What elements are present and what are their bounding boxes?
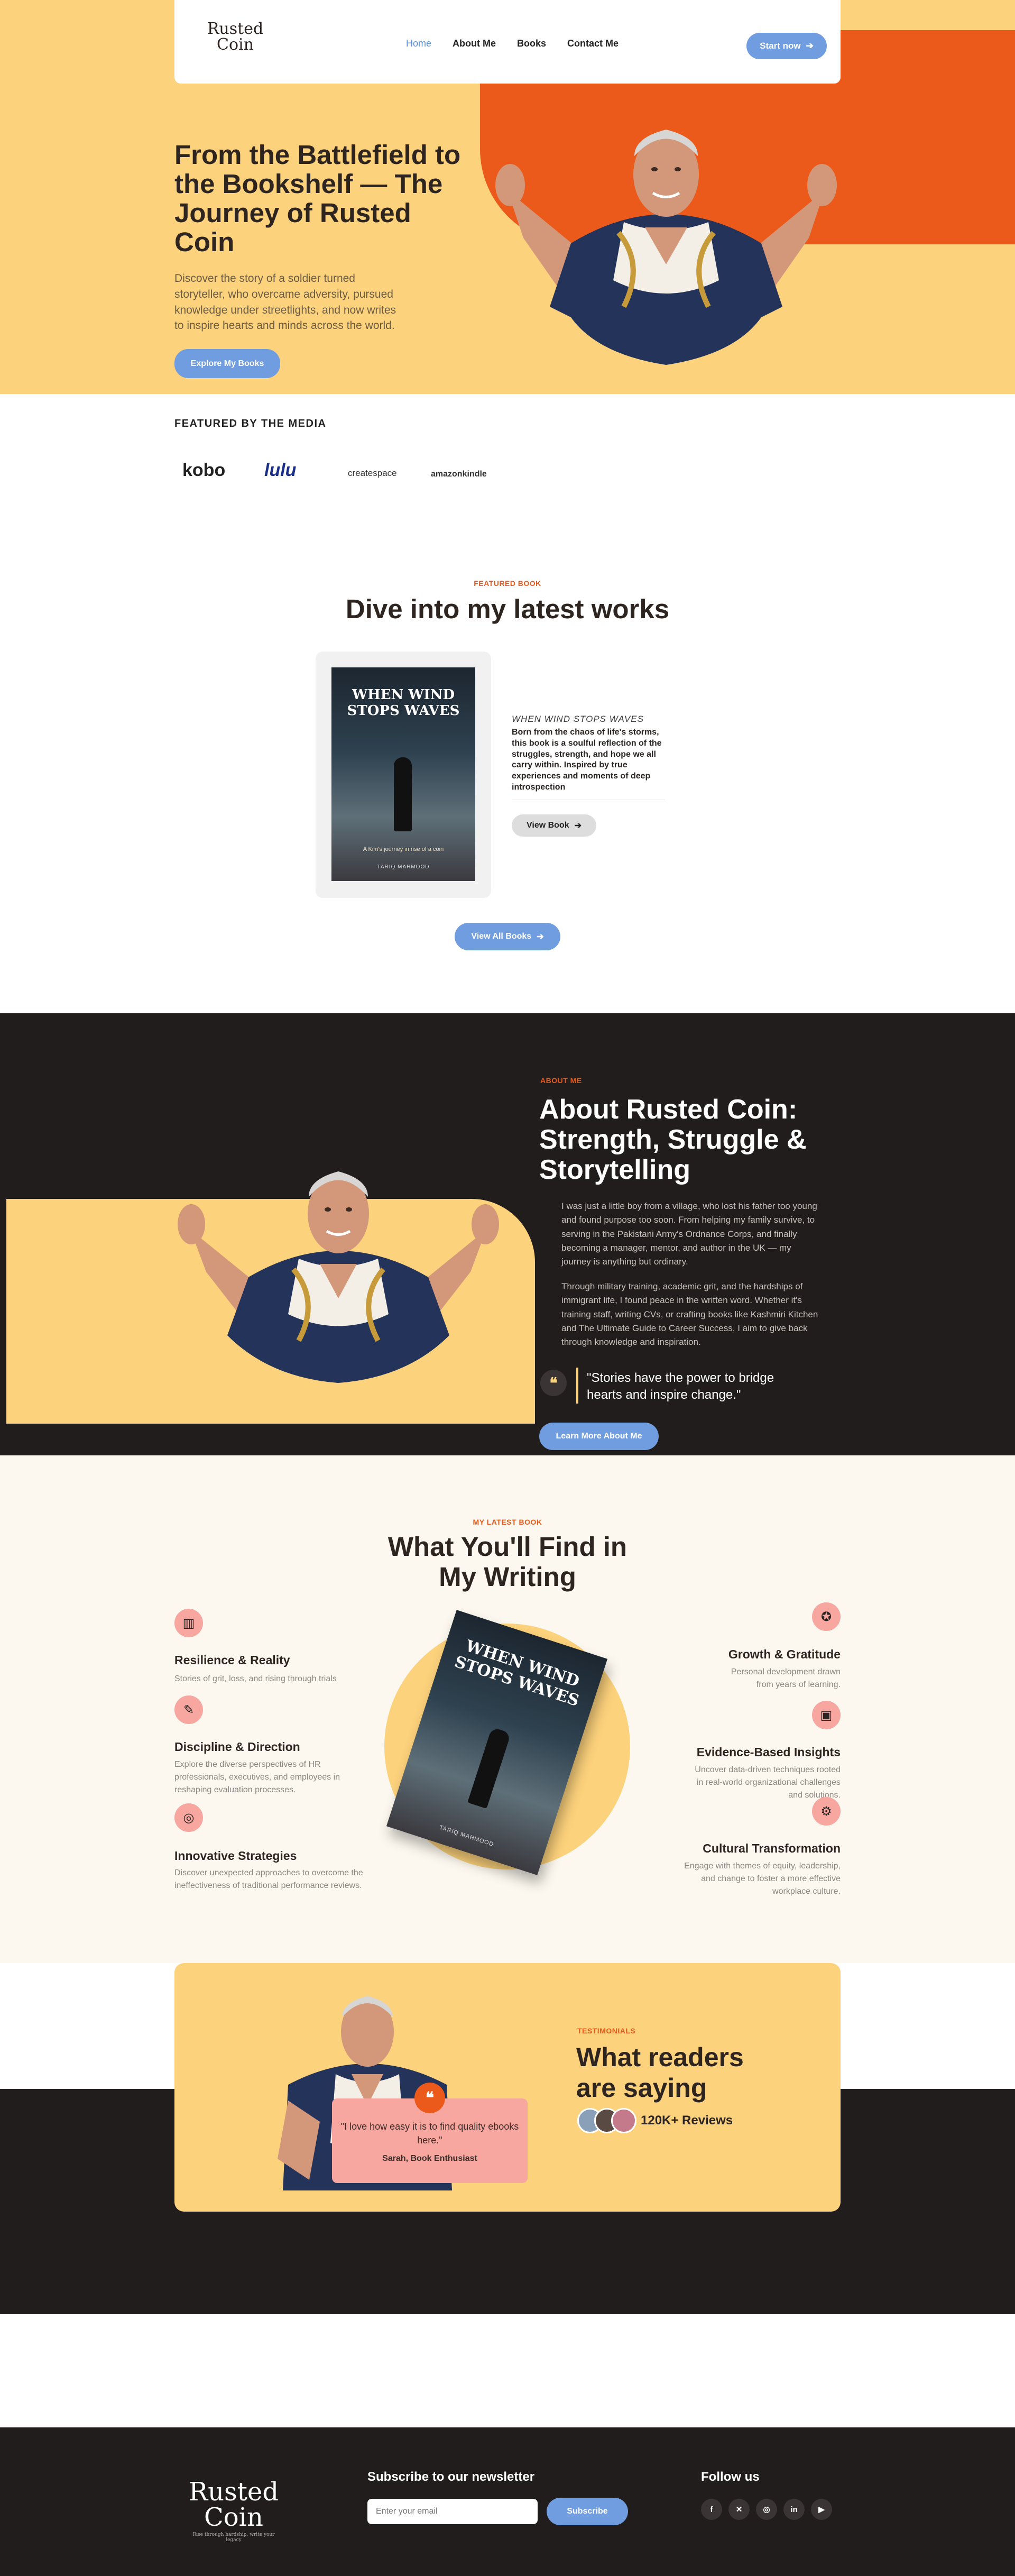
- start-now-label: Start now: [760, 41, 801, 51]
- newsletter-title: Subscribe to our newsletter: [367, 2470, 535, 2484]
- about-paragraph-2: Through military training, academic grit…: [561, 1281, 818, 1347]
- feature-title-evidence: Evidence-Based Insights: [696, 1745, 841, 1759]
- linkedin-icon[interactable]: in: [783, 2499, 805, 2520]
- view-all-books-button[interactable]: View All Books ➔: [455, 923, 560, 950]
- feature-title-innovative: Innovative Strategies: [174, 1849, 297, 1863]
- view-book-button[interactable]: View Book ➔: [512, 814, 596, 837]
- writing-title: What You'll Find in My Writing: [0, 1532, 1015, 1592]
- book-cover[interactable]: WHEN WIND STOPS WAVES A Kim's journey in…: [331, 667, 475, 881]
- amazonkindle-logo: amazonkindle: [431, 470, 487, 479]
- cover-figure: [394, 757, 412, 831]
- nav-books[interactable]: Books: [517, 38, 546, 49]
- about-kicker: ABOUT ME: [540, 1076, 582, 1085]
- about-title: About Rusted Coin: Strength, Struggle & …: [539, 1094, 807, 1186]
- x-icon[interactable]: ✕: [728, 2499, 750, 2520]
- book-subtitle: WHEN WIND STOPS WAVES: [512, 714, 644, 724]
- feature-title-discipline: Discipline & Direction: [174, 1740, 300, 1754]
- feature-desc-growth: Personal development drawn from years of…: [731, 1667, 841, 1689]
- footer-logo[interactable]: Rusted Coin Rise through hardship, write…: [186, 2479, 281, 2543]
- instagram-icon[interactable]: ◎: [756, 2499, 777, 2520]
- arrow-right-icon: ➔: [574, 821, 582, 830]
- logo-line1: Rusted: [207, 20, 264, 38]
- feature-title-growth: Growth & Gratitude: [728, 1647, 841, 1661]
- email-field[interactable]: [367, 2499, 538, 2524]
- feature-title-cultural: Cultural Transformation: [703, 1841, 841, 1855]
- quote-icon: ❝: [540, 1370, 567, 1396]
- learn-more-button[interactable]: Learn More About Me: [539, 1423, 659, 1450]
- hero-title: From the Battlefield to the Bookshelf — …: [174, 140, 461, 258]
- quote-bar: [576, 1368, 578, 1404]
- createspace-logo-text: createspace: [348, 468, 397, 478]
- cover-title: WHEN WIND STOPS WAVES: [347, 687, 460, 719]
- book-icon: ▣: [812, 1701, 841, 1729]
- nav-home[interactable]: Home: [406, 38, 431, 49]
- avatar: [611, 2108, 636, 2133]
- cover-tagline: A Kim's journey in rise of a coin: [363, 846, 444, 852]
- about-portrait: [178, 1171, 499, 1383]
- book-description: Born from the chaos of life's storms, th…: [512, 728, 662, 792]
- testimonials-title: What readers are saying: [576, 2042, 744, 2103]
- kobo-logo: kobo: [182, 460, 225, 481]
- reviews-count: 120K+ Reviews: [641, 2113, 733, 2128]
- gear-icon: ⚙: [812, 1797, 841, 1826]
- feature-desc-cultural: Engage with themes of equity, leadership…: [684, 1862, 841, 1896]
- about-quote: "Stories have the power to bridge hearts…: [587, 1371, 774, 1402]
- feature-title-resilience: Resilience & Reality: [174, 1653, 290, 1667]
- footer-logo-line2: Coin: [204, 2502, 263, 2532]
- featured-kicker: FEATURED BOOK: [474, 579, 541, 588]
- explore-books-button[interactable]: Explore My Books: [174, 349, 280, 378]
- feature-desc-innovative: Discover unexpected approaches to overco…: [174, 1868, 363, 1890]
- footer-logo-tagline: Rise through hardship, write your legacy: [192, 2532, 275, 2543]
- logo-line2: Coin: [217, 35, 254, 54]
- target-icon: ◎: [174, 1803, 203, 1832]
- brand-logo[interactable]: Rusted Coin: [206, 21, 264, 53]
- youtube-icon[interactable]: ▶: [811, 2499, 832, 2520]
- media-title: FEATURED BY THE MEDIA: [174, 418, 327, 429]
- view-all-label: View All Books: [471, 932, 532, 941]
- testimonial-author: Sarah, Book Enthusiast: [382, 2154, 477, 2163]
- about-paragraph-1: I was just a little boy from a village, …: [561, 1201, 817, 1267]
- feature-desc-resilience: Stories of grit, loss, and rising throug…: [174, 1674, 337, 1683]
- start-now-button[interactable]: Start now ➔: [746, 33, 827, 59]
- writing-title-text: What You'll Find in My Writing: [387, 1532, 628, 1592]
- amazonkindle-logo-text: amazonkindle: [431, 470, 487, 479]
- map-icon: ▥: [174, 1609, 203, 1637]
- view-book-label: View Book: [526, 821, 569, 830]
- subscribe-button[interactable]: Subscribe: [547, 2498, 628, 2525]
- lulu-logo-text: lulu: [264, 460, 297, 480]
- pen-icon: ✎: [174, 1695, 203, 1724]
- feature-desc-evidence: Uncover data-driven techniques rooted in…: [695, 1765, 841, 1800]
- nav-contact[interactable]: Contact Me: [567, 38, 619, 49]
- facebook-icon[interactable]: f: [701, 2499, 722, 2520]
- award-icon: ✪: [812, 1602, 841, 1631]
- latest-works-title: Dive into my latest works: [345, 594, 670, 624]
- quote-icon: ❝: [414, 2083, 445, 2113]
- arrow-right-icon: ➔: [537, 932, 544, 941]
- tilted-cover-figure: [467, 1727, 511, 1809]
- arrow-right-icon: ➔: [806, 41, 814, 51]
- testimonial-quote: "I love how easy it is to find quality e…: [340, 2121, 519, 2146]
- feature-desc-discipline: Explore the diverse perspectives of HR p…: [174, 1760, 340, 1794]
- follow-title: Follow us: [701, 2470, 760, 2484]
- kobo-logo-text: kobo: [182, 460, 226, 480]
- nav-about[interactable]: About Me: [453, 38, 496, 49]
- hero-description: Discover the story of a soldier turned s…: [174, 272, 396, 332]
- author-portrait: [495, 130, 837, 365]
- testimonials-kicker: TESTIMONIALS: [577, 2027, 636, 2035]
- createspace-logo: createspace: [348, 468, 397, 479]
- lulu-logo: lulu: [264, 460, 296, 481]
- footer-logo-line1: Rusted: [188, 2477, 279, 2507]
- writing-kicker: MY LATEST BOOK: [473, 1518, 542, 1526]
- cover-author: TARIQ MAHMOOD: [377, 864, 430, 870]
- nav-links: Home About Me Books Contact Me: [406, 38, 619, 49]
